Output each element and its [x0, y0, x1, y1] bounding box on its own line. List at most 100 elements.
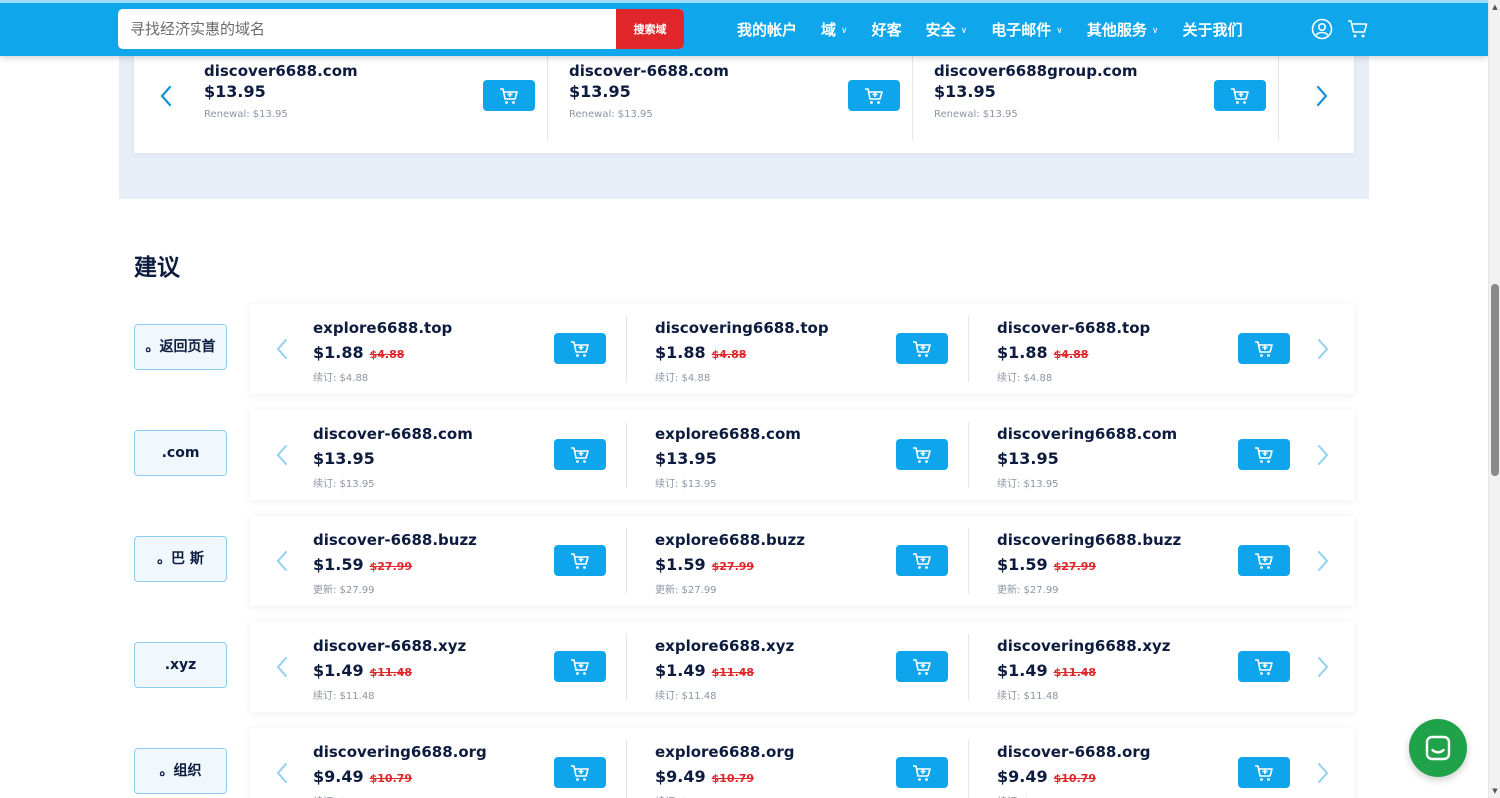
nav-hosting[interactable]: 好客: [872, 19, 902, 40]
renewal-price: 续订: $13.95: [997, 479, 1059, 490]
add-to-cart-button[interactable]: [1238, 757, 1290, 788]
domain-name: discover-6688.top: [997, 319, 1151, 337]
add-to-cart-button[interactable]: [554, 545, 606, 576]
row-next-arrow-icon[interactable]: [1313, 760, 1333, 786]
tld-label: .com: [161, 445, 200, 461]
nav-label: 关于我们: [1182, 21, 1243, 39]
current-price: $1.88: [997, 343, 1048, 362]
row-prev-arrow-icon[interactable]: [272, 548, 292, 574]
add-to-cart-button[interactable]: [483, 80, 535, 111]
current-price: $1.59: [655, 555, 706, 574]
add-to-cart-button[interactable]: [848, 80, 900, 111]
add-to-cart-button[interactable]: [554, 651, 606, 682]
domain-price: $9.49 $10.79: [313, 767, 412, 786]
scrollbar-thumb[interactable]: [1491, 284, 1499, 476]
search-button[interactable]: 搜索域: [616, 9, 684, 49]
row-prev-arrow-icon[interactable]: [272, 336, 292, 362]
domain-name: discovering6688.com: [997, 425, 1178, 443]
carousel-next-arrow-icon[interactable]: [1312, 83, 1332, 109]
chevron-down-icon: ∨: [841, 25, 848, 36]
header-icons: [1310, 17, 1382, 41]
add-cart-icon: [1255, 446, 1273, 463]
add-cart-icon: [913, 446, 931, 463]
divider: [912, 56, 913, 140]
tld-filter-button[interactable]: 。组织: [134, 748, 227, 794]
carousel-prev-arrow-icon[interactable]: [156, 83, 176, 109]
add-cart-icon: [1231, 87, 1249, 104]
add-to-cart-button[interactable]: [896, 333, 948, 364]
add-to-cart-button[interactable]: [1238, 651, 1290, 682]
add-to-cart-button[interactable]: [554, 333, 606, 364]
chat-button[interactable]: [1409, 719, 1467, 777]
original-price: $27.99: [369, 560, 413, 573]
add-to-cart-button[interactable]: [1238, 333, 1290, 364]
add-cart-icon: [913, 340, 931, 357]
original-price: $11.48: [711, 666, 755, 679]
add-to-cart-button[interactable]: [896, 651, 948, 682]
domain-price: $1.88 $4.88: [313, 343, 404, 362]
nav-security[interactable]: 安全 ∨: [926, 19, 968, 40]
chat-icon: [1425, 735, 1451, 761]
current-price: $9.49: [313, 767, 364, 786]
current-price: $9.49: [655, 767, 706, 786]
add-to-cart-button[interactable]: [896, 439, 948, 470]
row-prev-arrow-icon[interactable]: [272, 442, 292, 468]
chevron-down-icon: ∨: [960, 25, 968, 36]
nav-about-us[interactable]: 关于我们: [1182, 19, 1242, 40]
domain-name: explore6688.buzz: [655, 531, 805, 549]
cart-icon[interactable]: [1346, 17, 1370, 41]
tld-filter-button[interactable]: .xyz: [134, 642, 227, 688]
domain-name: discover-6688.xyz: [313, 637, 467, 655]
row-prev-arrow-icon[interactable]: [272, 760, 292, 786]
add-to-cart-button[interactable]: [896, 545, 948, 576]
tld-filter-button[interactable]: .com: [134, 430, 227, 476]
site-header: 搜索域 我的帐户 域∨ 好客 安全∨ 电子邮件∨ 其他服务∨ 关于我们: [0, 0, 1488, 56]
domain-name: discovering6688.top: [655, 319, 829, 337]
add-to-cart-button[interactable]: [1238, 545, 1290, 576]
current-price: $1.88: [655, 343, 706, 362]
domain-price: $13.95: [204, 82, 266, 101]
nav-other-services[interactable]: 其他服务 ∨: [1087, 19, 1159, 40]
row-next-arrow-icon[interactable]: [1313, 336, 1333, 362]
add-to-cart-button[interactable]: [1238, 439, 1290, 470]
add-to-cart-button[interactable]: [1214, 80, 1266, 111]
row-next-arrow-icon[interactable]: [1313, 548, 1333, 574]
page-scrollbar[interactable]: ▲ ▼: [1488, 0, 1500, 798]
nav-label: 安全: [925, 21, 956, 39]
main-nav: 我的帐户 域 ∨ 好客 安全 ∨ 电子邮件 ∨ 其他服务 ∨ 关于我们: [737, 3, 1266, 56]
domain-price: $1.88 $4.88: [997, 343, 1088, 362]
divider: [626, 528, 627, 594]
domain-name: explore6688.com: [655, 425, 801, 443]
domain-name: discover6688group.com: [934, 62, 1138, 80]
add-to-cart-button[interactable]: [896, 757, 948, 788]
scroll-up-arrow-icon[interactable]: ▲: [1489, 0, 1500, 14]
current-price: $1.88: [313, 343, 364, 362]
nav-domains[interactable]: 域 ∨: [821, 19, 848, 40]
nav-my-account[interactable]: 我的帐户: [737, 19, 797, 40]
scroll-down-arrow-icon[interactable]: ▼: [1489, 784, 1500, 798]
add-to-cart-button[interactable]: [554, 439, 606, 470]
nav-email[interactable]: 电子邮件 ∨: [991, 19, 1063, 40]
search-input[interactable]: [118, 9, 616, 49]
top-carousel: discover6688.com $13.95 Renewal: $13.95 …: [134, 56, 1354, 153]
tld-label: .xyz: [164, 657, 197, 673]
domain-name: discover6688.com: [204, 62, 358, 80]
nav-label: 其他服务: [1086, 21, 1147, 39]
row-next-arrow-icon[interactable]: [1313, 442, 1333, 468]
row-prev-arrow-icon[interactable]: [272, 654, 292, 680]
add-to-cart-button[interactable]: [554, 757, 606, 788]
tld-filter-button[interactable]: 。巴 斯: [134, 536, 227, 582]
domain-price: $1.49 $11.48: [997, 661, 1096, 680]
divider: [1278, 56, 1279, 140]
renewal-price: Renewal: $13.95: [934, 109, 1018, 120]
user-icon[interactable]: [1310, 17, 1334, 41]
row-next-arrow-icon[interactable]: [1313, 654, 1333, 680]
renewal-price: 续订: $11.48: [997, 691, 1059, 702]
domain-price: $13.95: [569, 82, 631, 101]
renewal-price: 续订: $4.88: [313, 373, 369, 384]
tld-label: 。组织: [159, 763, 202, 779]
domain-name: explore6688.xyz: [655, 637, 795, 655]
renewal-price: Renewal: $13.95: [569, 109, 653, 120]
domain-price: $1.49 $11.48: [313, 661, 412, 680]
tld-filter-button[interactable]: 。返回页首: [134, 324, 227, 370]
